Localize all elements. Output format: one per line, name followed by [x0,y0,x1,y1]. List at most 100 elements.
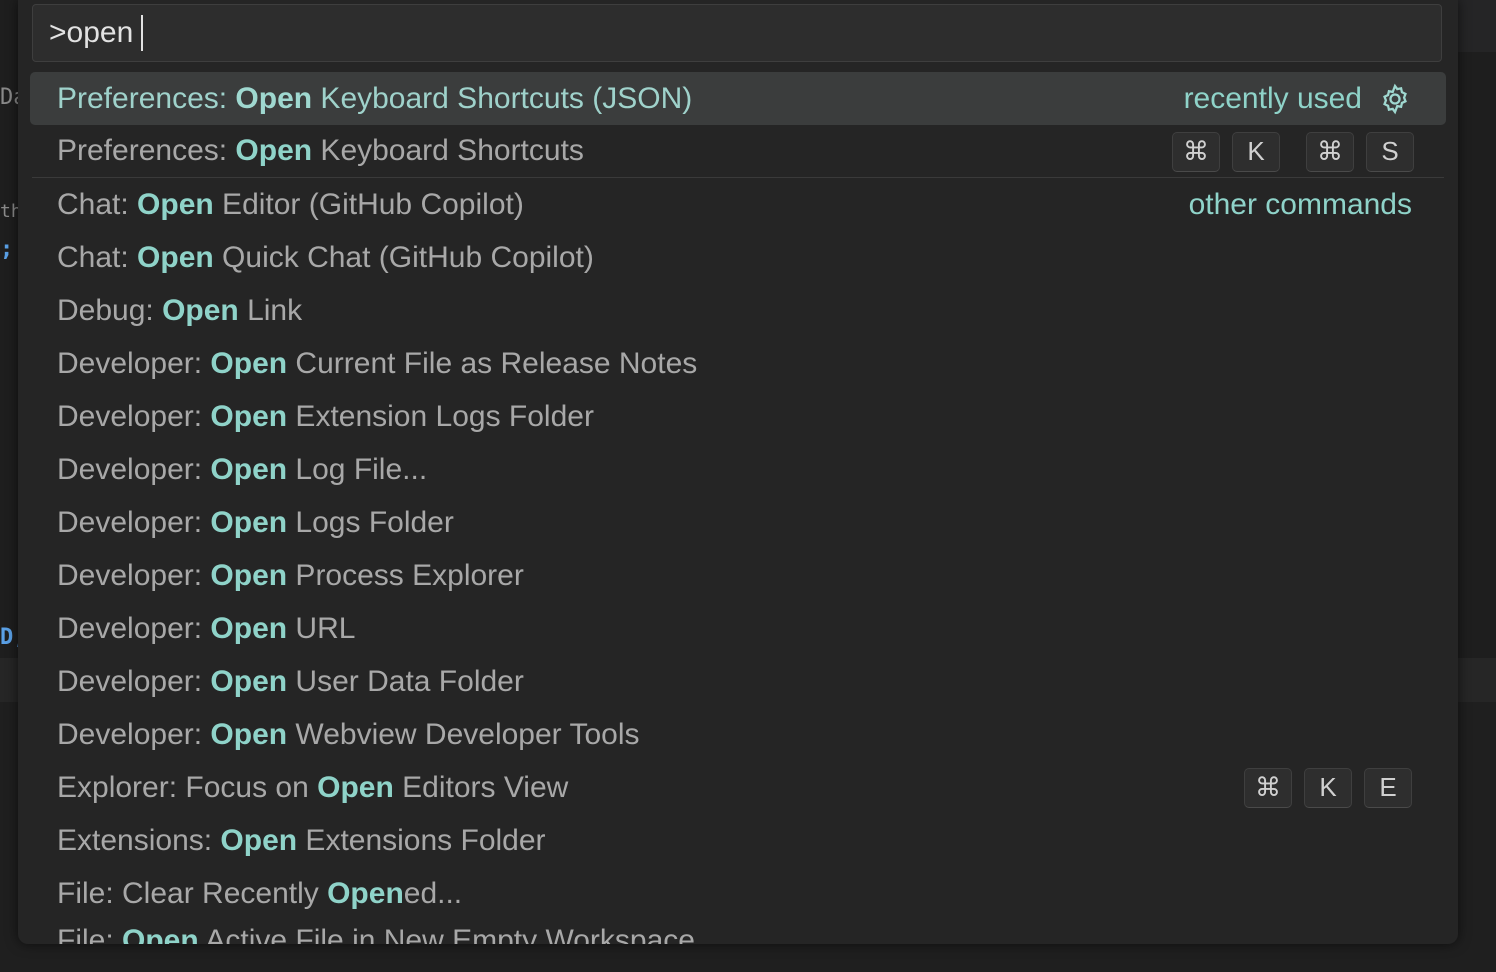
command-category: Developer: [57,558,211,592]
command-item[interactable]: Developer: Open Webview Developer Tools [18,708,1458,761]
command-label: Developer: Open Extension Logs Folder [57,400,594,434]
command-category: Chat: [57,187,138,221]
keybinding-key: ⌘ [1306,131,1354,172]
command-category: Preferences: [57,134,236,167]
command-label: Chat: Open Quick Chat (GitHub Copilot) [57,241,594,275]
command-item[interactable]: Preferences: Open Keyboard Shortcuts (JS… [30,72,1446,125]
command-category: Developer: [57,399,211,433]
command-title: Log File... [287,452,428,486]
command-category: Developer: [57,452,211,486]
command-category: Developer: [57,611,211,645]
command-match-highlight: Open [137,187,214,221]
command-match-highlight: Open [210,399,288,433]
command-title: Extensions Folder [297,823,546,857]
command-label: Explorer: Focus on Open Editors View [57,771,568,805]
command-meta: other commands [1189,178,1412,231]
command-category: File: [57,924,123,944]
command-item[interactable]: File: Clear Recently Opened... [18,867,1458,920]
command-label: Developer: Open Logs Folder [57,506,454,540]
command-item[interactable]: Developer: Open Logs Folder [18,496,1458,549]
command-meta: ⌘ K ⌘ S [1172,125,1414,178]
command-title: Editors View [393,770,569,804]
command-match-highlight: Open [235,81,313,115]
command-item[interactable]: Developer: Open Extension Logs Folder [18,390,1458,443]
command-match-highlight: Open [235,134,313,167]
command-title: Link [238,293,303,327]
command-match-highlight: Open [122,924,199,944]
command-label: Preferences: Open Keyboard Shortcuts [57,134,584,168]
command-item[interactable]: Developer: Open Log File... [18,443,1458,496]
command-match-highlight: Open [210,558,288,592]
command-category: Developer: [57,346,211,380]
command-meta: recently used [1184,72,1412,125]
command-item[interactable]: File: Open Active File in New Empty Work… [18,920,1458,944]
command-category: Extensions: [57,823,221,857]
command-meta: ⌘ K E [1244,761,1412,814]
command-item[interactable]: Developer: Open URL [18,602,1458,655]
command-match-highlight: Open [210,611,288,645]
text-caret [141,15,144,51]
command-match-highlight: Open [210,664,288,698]
command-item[interactable]: Extensions: Open Extensions Folder [18,814,1458,867]
command-category: Developer: [57,717,211,751]
command-label: Developer: Open User Data Folder [57,665,524,699]
command-title: Editor (GitHub Copilot) [213,187,524,221]
command-item[interactable]: Developer: Open User Data Folder [18,655,1458,708]
command-match-highlight: Open [210,452,288,486]
command-category: Preferences: [57,81,236,115]
command-label: File: Clear Recently Opened... [57,877,462,911]
command-match-highlight: Open [137,240,214,274]
command-title: Logs Folder [287,505,454,539]
command-title: Extension Logs Folder [287,399,594,433]
command-label: File: Open Active File in New Empty Work… [57,924,695,944]
command-palette-input-value: >open [49,16,134,49]
group-label: other commands [1188,187,1412,221]
command-match-highlight: Open [327,876,404,910]
command-title: User Data Folder [287,664,524,698]
command-item[interactable]: Chat: Open Editor (GitHub Copilot) other … [18,178,1458,231]
editor-code-fragment: ; [0,237,14,262]
command-match-highlight: Open [210,346,288,380]
command-label: Developer: Open Current File as Release … [57,347,697,381]
keybinding-key: ⌘ [1244,767,1292,808]
command-title: Quick Chat (GitHub Copilot) [213,240,594,274]
keybinding-key: ⌘ [1172,131,1220,172]
command-item[interactable]: Developer: Open Process Explorer [18,549,1458,602]
command-item[interactable]: Chat: Open Quick Chat (GitHub Copilot) [18,231,1458,284]
command-category: Explorer: Focus on [57,770,318,804]
command-list: Preferences: Open Keyboard Shortcuts (JS… [18,72,1458,944]
command-label: Developer: Open URL [57,612,355,646]
command-match-highlight: Open [210,505,288,539]
command-title: Process Explorer [287,558,524,592]
command-title: Current File as Release Notes [287,346,698,380]
command-match-highlight: Open [210,717,288,751]
command-label: Developer: Open Process Explorer [57,559,524,593]
command-match-highlight: Open [317,770,394,804]
command-title: URL [287,611,356,645]
keybinding-key: K [1232,131,1280,172]
command-label: Debug: Open Link [57,294,302,328]
command-category: File: Clear Recently [57,876,328,910]
gear-icon[interactable] [1378,82,1412,116]
command-palette: >open Preferences: Open Keyboard Shortcu… [18,0,1458,944]
command-title: Keyboard Shortcuts (JSON) [312,81,693,115]
command-label: Preferences: Open Keyboard Shortcuts (JS… [57,82,692,116]
command-item[interactable]: Developer: Open Current File as Release … [18,337,1458,390]
keybinding-key: K [1304,767,1352,808]
command-label: Chat: Open Editor (GitHub Copilot) [57,188,524,222]
command-category: Chat: [57,240,138,274]
command-title: ed... [403,876,463,910]
command-item[interactable]: Preferences: Open Keyboard Shortcuts ⌘ K ⌘ S [32,125,1444,178]
command-label: Developer: Open Webview Developer Tools [57,718,640,752]
command-match-highlight: Open [162,293,239,327]
command-category: Developer: [57,664,211,698]
group-label: recently used [1183,81,1362,115]
command-item[interactable]: Debug: Open Link [18,284,1458,337]
command-label: Developer: Open Log File... [57,453,427,487]
keybinding-key: E [1364,767,1412,808]
command-palette-input[interactable]: >open [32,4,1442,62]
command-item[interactable]: Explorer: Focus on Open Editors View ⌘ K E [18,761,1458,814]
command-category: Developer: [57,505,211,539]
command-category: Debug: [57,293,163,327]
keybinding-key: S [1366,131,1414,172]
